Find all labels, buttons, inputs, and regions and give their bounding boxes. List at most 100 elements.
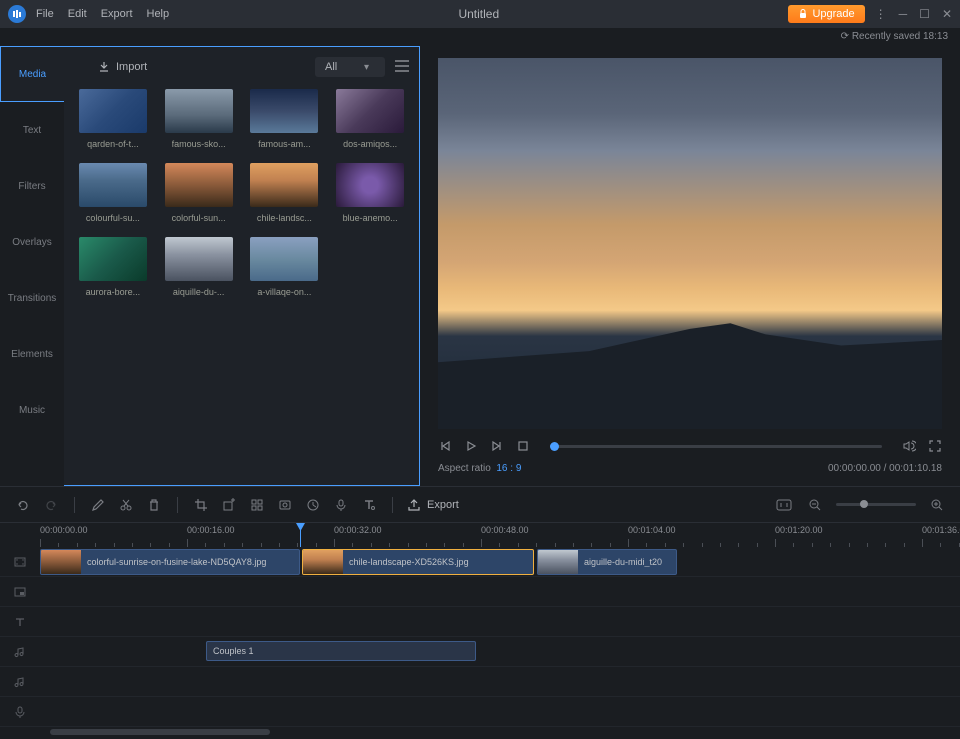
audio-track-1[interactable]: Couples 1 bbox=[0, 637, 960, 667]
track-header-voice[interactable] bbox=[0, 697, 40, 726]
voice-track[interactable] bbox=[0, 697, 960, 727]
edit-button[interactable] bbox=[89, 496, 107, 514]
timeline-clip[interactable]: colorful-sunrise-on-fusine-lake-ND5QAY8.… bbox=[40, 549, 300, 575]
media-item[interactable]: aurora-bore... bbox=[74, 237, 152, 297]
media-item[interactable]: colorful-sun... bbox=[160, 163, 238, 223]
preview-scrubber[interactable] bbox=[550, 445, 882, 448]
media-thumbnail bbox=[79, 163, 147, 207]
menu-export[interactable]: Export bbox=[101, 8, 133, 20]
track-header-pip[interactable] bbox=[0, 577, 40, 606]
menu-file[interactable]: File bbox=[36, 8, 54, 20]
record-button[interactable] bbox=[276, 496, 294, 514]
media-thumbnail bbox=[79, 237, 147, 281]
text-tool-button[interactable] bbox=[360, 496, 378, 514]
timeline-tracks: colorful-sunrise-on-fusine-lake-ND5QAY8.… bbox=[0, 547, 960, 727]
sidebar-item-text[interactable]: Text bbox=[0, 102, 64, 158]
maximize-button[interactable]: ☐ bbox=[919, 7, 930, 21]
pip-track-icon bbox=[14, 586, 26, 598]
media-item[interactable]: aiquille-du-... bbox=[160, 237, 238, 297]
sidebar-item-filters[interactable]: Filters bbox=[0, 158, 64, 214]
pip-track[interactable] bbox=[0, 577, 960, 607]
media-item[interactable]: famous-sko... bbox=[160, 89, 238, 149]
import-icon bbox=[98, 61, 110, 73]
undo-button[interactable] bbox=[14, 496, 32, 514]
volume-button[interactable] bbox=[902, 439, 916, 453]
timeline-area: Export 00:00:00.0000:00:16.0000:00:32.00… bbox=[0, 486, 960, 734]
track-header-audio[interactable] bbox=[0, 637, 40, 666]
minimize-button[interactable]: ─ bbox=[899, 7, 908, 21]
media-item[interactable]: colourful-su... bbox=[74, 163, 152, 223]
audio-track-2[interactable] bbox=[0, 667, 960, 697]
music-track-icon bbox=[14, 646, 26, 658]
media-item[interactable]: famous-am... bbox=[246, 89, 324, 149]
sidebar-item-music[interactable]: Music bbox=[0, 382, 64, 438]
preview-controls bbox=[438, 429, 942, 463]
sidebar-item-elements[interactable]: Elements bbox=[0, 326, 64, 382]
timeline-toolbar: Export bbox=[0, 487, 960, 523]
upgrade-button[interactable]: Upgrade bbox=[788, 5, 864, 23]
text-track[interactable] bbox=[0, 607, 960, 637]
redo-button[interactable] bbox=[42, 496, 60, 514]
timeline-ruler[interactable]: 00:00:00.0000:00:16.0000:00:32.0000:00:4… bbox=[0, 523, 960, 547]
menu-help[interactable]: Help bbox=[147, 8, 170, 20]
preview-video[interactable] bbox=[438, 58, 942, 429]
prev-frame-button[interactable] bbox=[438, 439, 452, 453]
music-track-icon bbox=[14, 676, 26, 688]
sidebar-item-media[interactable]: Media bbox=[0, 46, 64, 102]
next-frame-button[interactable] bbox=[490, 439, 504, 453]
close-button[interactable]: ✕ bbox=[942, 7, 952, 21]
track-header-audio[interactable] bbox=[0, 667, 40, 696]
mic-button[interactable] bbox=[332, 496, 350, 514]
cut-button[interactable] bbox=[117, 496, 135, 514]
stop-button[interactable] bbox=[516, 439, 530, 453]
media-thumbnail bbox=[250, 163, 318, 207]
import-button[interactable]: Import bbox=[98, 61, 147, 73]
text-track-icon bbox=[14, 616, 26, 628]
zoom-out-button[interactable] bbox=[806, 496, 824, 514]
fit-button[interactable] bbox=[774, 497, 794, 513]
more-icon[interactable]: ⋮ bbox=[875, 7, 887, 21]
media-thumbnail bbox=[79, 89, 147, 133]
timeline-clip[interactable]: chile-landscape-XD526KS.jpg bbox=[302, 549, 534, 575]
media-item[interactable]: chile-landsc... bbox=[246, 163, 324, 223]
grid-button[interactable] bbox=[248, 496, 266, 514]
preview-time: 00:00:00.00 / 00:01:10.18 bbox=[828, 463, 942, 474]
lock-icon bbox=[798, 9, 808, 19]
speed-button[interactable] bbox=[304, 496, 322, 514]
export-button[interactable]: Export bbox=[407, 498, 459, 512]
titlebar: File Edit Export Help Untitled Upgrade ⋮… bbox=[0, 0, 960, 28]
media-item[interactable]: blue-anemo... bbox=[331, 163, 409, 223]
media-item[interactable]: qarden-of-t... bbox=[74, 89, 152, 149]
timeline-scrollbar[interactable] bbox=[0, 727, 960, 739]
sidebar: Media Text Filters Overlays Transitions … bbox=[0, 46, 64, 486]
media-thumbnail bbox=[336, 163, 404, 207]
menu-edit[interactable]: Edit bbox=[68, 8, 87, 20]
add-button[interactable] bbox=[220, 496, 238, 514]
playhead[interactable] bbox=[300, 523, 301, 547]
main-menu: File Edit Export Help bbox=[36, 8, 169, 20]
app-logo bbox=[8, 5, 26, 23]
delete-button[interactable] bbox=[145, 496, 163, 514]
media-filter-select[interactable]: All bbox=[315, 57, 385, 77]
crop-button[interactable] bbox=[192, 496, 210, 514]
list-view-icon[interactable] bbox=[395, 60, 409, 75]
sidebar-item-overlays[interactable]: Overlays bbox=[0, 214, 64, 270]
preview-panel: Aspect ratio 16 : 9 00:00:00.00 / 00:01:… bbox=[420, 46, 960, 486]
timeline-audio-clip[interactable]: Couples 1 bbox=[206, 641, 476, 661]
media-thumbnail bbox=[165, 89, 233, 133]
timeline-clip[interactable]: aiguille-du-midi_t20 bbox=[537, 549, 677, 575]
fullscreen-button[interactable] bbox=[928, 439, 942, 453]
media-thumbnail bbox=[336, 89, 404, 133]
track-header-video[interactable] bbox=[0, 547, 40, 576]
sidebar-item-transitions[interactable]: Transitions bbox=[0, 270, 64, 326]
zoom-in-button[interactable] bbox=[928, 496, 946, 514]
media-item[interactable]: a-villaqe-on... bbox=[246, 237, 324, 297]
saved-status: ⟳ Recently saved 18:13 bbox=[0, 28, 960, 46]
video-track[interactable]: colorful-sunrise-on-fusine-lake-ND5QAY8.… bbox=[0, 547, 960, 577]
media-item[interactable]: dos-amiqos... bbox=[331, 89, 409, 149]
track-header-text[interactable] bbox=[0, 607, 40, 636]
media-thumbnail bbox=[250, 237, 318, 281]
play-button[interactable] bbox=[464, 439, 478, 453]
aspect-ratio[interactable]: Aspect ratio 16 : 9 bbox=[438, 463, 521, 474]
zoom-slider[interactable] bbox=[836, 503, 916, 506]
